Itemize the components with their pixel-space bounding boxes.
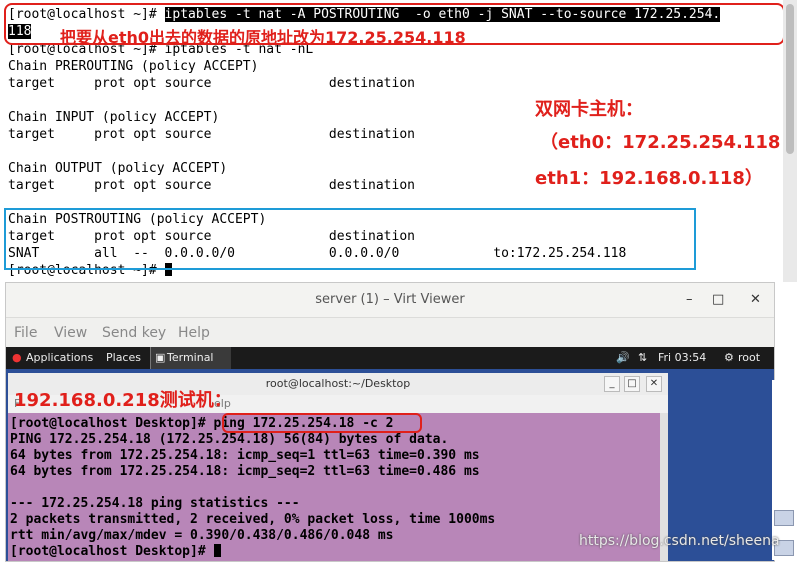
- applications-menu[interactable]: Applications: [26, 351, 93, 364]
- terminal-line: --- 172.25.254.18 ping statistics ---: [10, 496, 300, 511]
- terminal-icon: ▣: [155, 351, 166, 364]
- scrollbar-thumb[interactable]: [786, 4, 794, 154]
- close-button[interactable]: ✕: [750, 292, 761, 307]
- snat-annotation: 把要从eth0出去的数据的原地址改为172.25.254.118: [60, 28, 466, 47]
- terminal-line: PING 172.25.254.18 (172.25.254.18) 56(84…: [10, 432, 449, 447]
- terminal-line: Chain OUTPUT (policy ACCEPT): [8, 161, 228, 176]
- clock[interactable]: Fri 03:54: [658, 351, 706, 364]
- terminal-line: 64 bytes from 172.25.254.18: icmp_seq=2 …: [10, 464, 480, 479]
- viewer-menubar: File View Send key Help: [6, 319, 774, 349]
- close-button[interactable]: ✕: [646, 376, 662, 392]
- user-icon: ⚙: [724, 351, 734, 364]
- network-icon[interactable]: ⇅: [638, 351, 647, 364]
- maximize-button[interactable]: □: [624, 376, 640, 392]
- terminal-line: target prot opt source destination: [8, 178, 415, 193]
- terminal-task-button[interactable]: ▣ Terminal: [150, 347, 231, 369]
- watermark: https://blog.csdn.net/sheena: [579, 533, 780, 549]
- menu-send-key[interactable]: Send key: [102, 325, 166, 341]
- viewer-title: server (1) – Virt Viewer: [315, 292, 465, 307]
- test-host-annotation: 192.168.0.218测试机：: [14, 390, 232, 411]
- host-terminal-scrollbar[interactable]: [783, 0, 797, 282]
- postrouting-highlight-box: [4, 208, 696, 270]
- terminal-line: target prot opt source destination: [8, 127, 415, 142]
- guest-top-panel: ● Applications Places ▣ Terminal 🔊 ⇅ Fri…: [6, 347, 774, 369]
- prompt: [root@localhost Desktop]#: [10, 544, 214, 559]
- text-cursor: [213, 544, 221, 557]
- desktop-file-icon[interactable]: [774, 510, 794, 526]
- terminal-line: 2 packets transmitted, 2 received, 0% pa…: [10, 512, 496, 527]
- user-menu[interactable]: root: [738, 351, 760, 364]
- menu-file[interactable]: File: [14, 325, 37, 341]
- places-menu[interactable]: Places: [106, 351, 141, 364]
- minimize-button[interactable]: _: [604, 376, 620, 392]
- maximize-button[interactable]: □: [712, 292, 724, 307]
- host-annotation-eth1: eth1：192.168.0.118）: [535, 168, 763, 189]
- redhat-icon: ●: [12, 351, 22, 364]
- menu-view[interactable]: View: [54, 325, 87, 341]
- terminal-line: target prot opt source destination: [8, 76, 415, 91]
- viewer-titlebar[interactable]: server (1) – Virt Viewer – □ ✕: [6, 283, 774, 318]
- menu-help[interactable]: Help: [178, 325, 210, 341]
- terminal-line: Chain PREROUTING (policy ACCEPT): [8, 59, 259, 74]
- virt-viewer-window[interactable]: server (1) – Virt Viewer – □ ✕ File View…: [5, 282, 775, 562]
- minimize-button[interactable]: –: [686, 292, 693, 307]
- terminal-task-label: Terminal: [167, 351, 214, 364]
- terminal-line: rtt min/avg/max/mdev = 0.390/0.438/0.486…: [10, 528, 394, 543]
- terminal-line: [root@localhost Desktop]#: [10, 543, 221, 560]
- terminal-line: 64 bytes from 172.25.254.18: icmp_seq=1 …: [10, 448, 480, 463]
- host-annotation-eth0: （eth0：172.25.254.118: [540, 132, 781, 153]
- ping-command-highlight: [222, 413, 422, 433]
- volume-icon[interactable]: 🔊: [616, 351, 630, 364]
- host-terminal[interactable]: [root@localhost ~]# iptables -t nat -A P…: [0, 0, 783, 282]
- guest-terminal-body[interactable]: [root@localhost Desktop]# ping 172.25.25…: [8, 413, 660, 561]
- terminal-line: Chain INPUT (policy ACCEPT): [8, 110, 220, 125]
- host-annotation-title: 双网卡主机：: [535, 99, 643, 120]
